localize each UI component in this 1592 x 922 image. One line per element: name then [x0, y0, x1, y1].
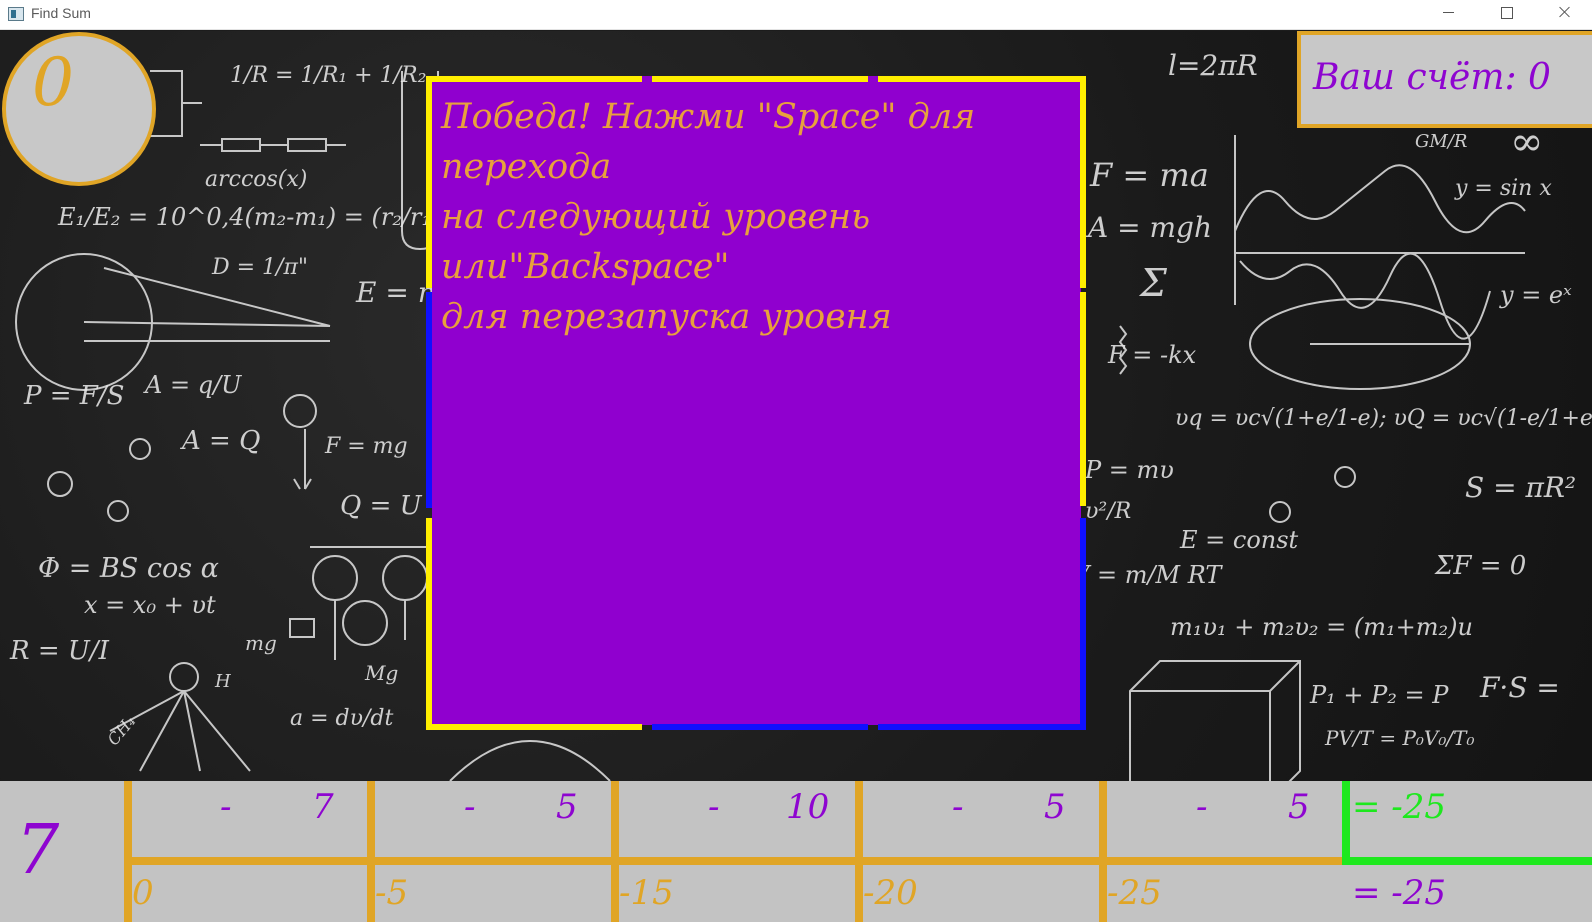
victory-message-line: Победа! Нажми "Space" для перехода	[441, 97, 976, 187]
cell-operator[interactable]: -	[952, 787, 964, 827]
chalk-formula: υ²/R	[1085, 499, 1132, 524]
cell-divider	[124, 781, 132, 922]
chalk-formula: m₁υ₁ + m₂υ₂ = (m₁+m₂)u	[1170, 613, 1473, 641]
score-panel: Ваш счёт: 0	[1297, 31, 1592, 128]
chalk-formula: A = q/U	[145, 371, 242, 399]
cell-running-sum: 0	[132, 873, 154, 913]
cell-number[interactable]: 10	[786, 787, 829, 827]
chalk-formula: F = ma	[1090, 156, 1209, 194]
minimize-button[interactable]	[1426, 0, 1472, 30]
chalk-formula: GM/R	[1415, 131, 1468, 152]
chalk-formula: D = 1/π"	[212, 255, 309, 280]
chalk-formula: A = Q	[182, 426, 261, 456]
cell-number[interactable]: 5	[1288, 787, 1310, 827]
score-label: Ваш счёт: 0	[1313, 57, 1551, 98]
chalk-formula: x = x₀ + υt	[84, 591, 216, 619]
title-bar: Find Sum	[0, 0, 1592, 30]
chalk-formula: H	[215, 671, 231, 692]
chalk-formula: Σ	[1140, 261, 1167, 305]
victory-message: Победа! Нажми "Space" для перехода на сл…	[441, 92, 1081, 342]
cell-divider	[367, 781, 375, 922]
chalk-formula: P₁ + P₂ = P	[1310, 681, 1449, 709]
cell-operator[interactable]: -	[708, 787, 720, 827]
popup-frame-bottom-blue-1	[652, 724, 868, 730]
cell-operator[interactable]: -	[1196, 787, 1208, 827]
popup-frame-top-yellow-2	[652, 76, 868, 82]
maximize-button[interactable]	[1484, 0, 1530, 30]
cell-operator[interactable]: -	[464, 787, 476, 827]
app-icon	[8, 7, 24, 21]
window-title: Find Sum	[31, 5, 91, 21]
chalk-formula: ΣF = 0	[1435, 551, 1527, 581]
level-value: 0	[32, 44, 74, 121]
chalk-formula: F = -kx	[1108, 341, 1197, 369]
cell-number[interactable]: 7	[312, 787, 334, 827]
chalk-formula: Mg	[365, 661, 399, 685]
cell-operator[interactable]: -	[220, 787, 232, 827]
chalk-formula: l=2πR	[1168, 49, 1258, 82]
victory-message-line: на следующий уровень или"Backspace"	[441, 197, 871, 287]
popup-frame-left-yellow-2	[426, 518, 432, 730]
result-highlight-border	[1342, 781, 1350, 863]
level-indicator: 0	[2, 32, 156, 186]
chalk-formula: F·S =	[1480, 671, 1560, 704]
cell-divider	[611, 781, 619, 922]
chalk-formula: E₁/E₂ = 10^0,4(m₂-m₁) = (r₂/r₁)²	[58, 203, 451, 231]
result-highlight-underline	[1342, 857, 1592, 865]
chalk-formula: y = eˣ	[1500, 281, 1572, 309]
result-sum: = -25	[1352, 787, 1447, 827]
popup-frame-top-yellow-3	[878, 76, 1086, 82]
chalk-formula: R = U/I	[10, 636, 109, 666]
popup-frame-bottom-blue-2	[878, 724, 1086, 730]
chalk-formula: P = F/S	[24, 381, 125, 411]
chalk-formula: V = m/M RT	[1072, 561, 1222, 589]
chalk-formula: Q = U	[340, 491, 422, 521]
chalk-formula: 1/R = 1/R₁ + 1/R₂	[230, 63, 427, 88]
chalk-formula: P = mυ	[1085, 456, 1174, 484]
chalk-formula: A = mgh	[1088, 211, 1212, 244]
victory-message-line: для перезапуска уровня	[441, 297, 892, 337]
cell-number[interactable]: 5	[1044, 787, 1066, 827]
cell-running-sum: -20	[863, 873, 918, 913]
row-divider	[124, 857, 1346, 865]
cell-number[interactable]: 5	[556, 787, 578, 827]
chalk-formula: mg	[245, 631, 277, 655]
chalk-formula: E = const	[1180, 526, 1299, 554]
popup-frame-top-yellow-1	[426, 76, 642, 82]
target-number: 7	[16, 811, 60, 890]
cell-divider	[855, 781, 863, 922]
close-button[interactable]	[1542, 0, 1588, 30]
chalk-formula: Φ = BS cos α	[38, 553, 219, 584]
popup-frame-left-blue	[426, 292, 432, 508]
cell-running-sum: -25	[1107, 873, 1162, 913]
chalk-formula: y = sin x	[1455, 176, 1552, 201]
popup-frame-left-yellow	[426, 76, 432, 288]
chalk-formula: a = dυ/dt	[290, 706, 394, 731]
chalk-formula: S = πR²	[1465, 471, 1577, 504]
result-running-sum: = -25	[1352, 873, 1447, 913]
cell-running-sum: -15	[619, 873, 674, 913]
popup-frame-bottom-yellow	[426, 724, 642, 730]
cell-divider	[1099, 781, 1107, 922]
chalk-formula: υq = υc√(1+e/1-e); υQ = υc√(1-e/1+e)	[1175, 406, 1592, 431]
chalk-formula: arccos(x)	[205, 167, 308, 192]
cell-running-sum: -5	[375, 873, 409, 913]
chalk-formula: PV/T = P₀V₀/T₀	[1325, 726, 1475, 750]
chalk-formula: F = mg	[325, 434, 408, 459]
popup-frame-right-blue	[1080, 518, 1086, 730]
equation-panel: 7 - 7 0 - 5 -5 - 10 -15 - 5 -20 - 5 -25 …	[0, 781, 1592, 922]
